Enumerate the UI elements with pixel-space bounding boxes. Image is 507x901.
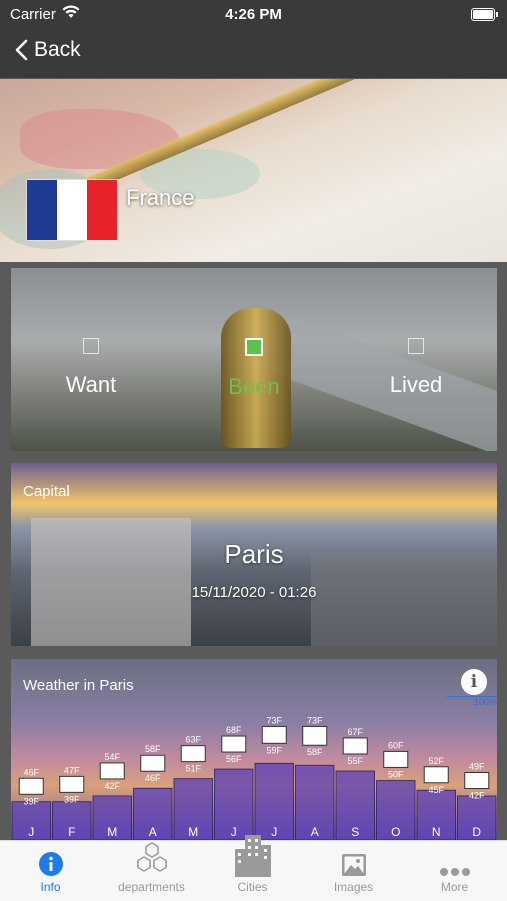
temperature-range-box [464, 772, 490, 790]
flag-stripe-blue [27, 180, 57, 240]
temperature-range-box [342, 737, 368, 755]
weather-title: Weather in Paris [23, 677, 134, 694]
high-temp-label: 67F [347, 727, 363, 737]
weather-card: 46F 39F J 47F 39F F 54F 42F M 58F 46F A 63F 51F M 68F 56… [11, 659, 497, 840]
temperature-range-box [140, 754, 166, 772]
lived-option[interactable]: Lived [346, 338, 486, 398]
tab-cities[interactable]: Cities [202, 835, 303, 901]
lived-checkbox[interactable] [408, 338, 424, 354]
tab-info-label: Info [40, 880, 61, 894]
lived-label: Lived [389, 372, 443, 397]
country-name: France [126, 185, 195, 210]
tab-more-label: More [440, 880, 469, 894]
temperature-range-box [221, 735, 247, 753]
temperature-range-box [18, 777, 44, 795]
capital-local-time: 15/11/2020 - 01:26 [191, 584, 317, 601]
temperature-range-box [302, 725, 328, 746]
capital-heading: Capital [23, 483, 70, 500]
temperature-range-box [261, 725, 287, 744]
low-temp-label: 42F [104, 781, 120, 791]
back-label: Back [34, 38, 81, 61]
want-label: Want [65, 372, 117, 397]
chevron-left-icon [15, 39, 28, 61]
low-temp-label: 45F [428, 785, 444, 795]
want-checkbox[interactable] [83, 338, 99, 354]
navigation-bar: Back [0, 30, 507, 78]
tab-departments[interactable]: departments [101, 841, 202, 901]
high-temp-label: 54F [104, 752, 120, 762]
month-label: O [391, 825, 400, 839]
battery-icon [471, 8, 498, 21]
tab-more[interactable]: More [404, 841, 505, 901]
clock: 4:26 PM [225, 6, 282, 23]
temperature-range-box [383, 750, 409, 768]
month-label: S [351, 825, 359, 839]
info-icon[interactable]: i [461, 669, 487, 695]
month-label: M [188, 825, 198, 839]
low-temp-label: 55F [347, 756, 363, 766]
been-option[interactable]: Been [184, 338, 324, 400]
buildings-icon [234, 835, 271, 877]
low-temp-label: 56F [226, 754, 242, 764]
tab-bar: Info departments Cities Images More [0, 835, 507, 901]
low-temp-label: 50F [388, 769, 404, 779]
low-temp-label: 42F [469, 791, 485, 801]
low-temp-label: 51F [185, 764, 201, 774]
month-label: F [68, 825, 75, 839]
want-option[interactable]: Want [21, 338, 161, 398]
high-temp-label: 52F [428, 756, 444, 766]
info-icon [38, 852, 63, 876]
tab-cities-label: Cities [237, 880, 268, 894]
tab-images-label: Images [333, 880, 374, 894]
been-checkbox[interactable] [245, 338, 263, 356]
low-temp-label: 59F [266, 745, 282, 755]
high-temp-label: 60F [388, 740, 404, 750]
been-label: Been [228, 374, 280, 399]
visit-status-card: Want Been Lived [11, 268, 497, 451]
country-flag [26, 179, 118, 241]
high-temp-label: 68F [226, 725, 242, 735]
status-bar: Carrier 4:26 PM [0, 0, 507, 30]
month-label: A [311, 825, 319, 839]
back-button[interactable]: Back [14, 38, 81, 62]
more-icon [439, 868, 470, 876]
month-label: J [28, 825, 34, 839]
temperature-range-box [99, 762, 125, 780]
high-temp-label: 49F [469, 762, 485, 772]
high-temp-label: 63F [185, 735, 201, 745]
high-temp-label: 47F [64, 765, 80, 775]
high-temp-label: 58F [145, 744, 161, 754]
capital-city: Paris [224, 539, 284, 569]
temperature-range-box [59, 775, 85, 793]
tab-images[interactable]: Images [303, 841, 404, 901]
low-temp-label: 39F [23, 796, 39, 806]
month-label: A [149, 825, 157, 839]
high-temp-label: 73F [266, 715, 282, 725]
tab-departments-label: departments [118, 880, 185, 894]
month-label: M [107, 825, 117, 839]
low-temp-label: 46F [145, 773, 161, 783]
high-temp-label: 46F [23, 767, 39, 777]
temperature-range-box [423, 766, 449, 784]
hexagons-icon [136, 842, 167, 872]
flag-stripe-white [57, 180, 87, 240]
tab-info[interactable]: Info [0, 841, 101, 901]
flag-stripe-red [87, 180, 117, 240]
image-icon [341, 854, 366, 876]
low-temp-label: 39F [64, 794, 80, 804]
info-percent: 100% [447, 696, 497, 707]
month-label: N [432, 825, 441, 839]
high-temp-label: 73F [307, 715, 323, 725]
month-label: D [472, 825, 481, 839]
temperature-range-box [180, 745, 206, 763]
low-temp-label: 58F [307, 747, 323, 757]
capital-card[interactable]: Capital Paris 15/11/2020 - 01:26 [11, 463, 497, 646]
country-header: France [0, 79, 507, 262]
